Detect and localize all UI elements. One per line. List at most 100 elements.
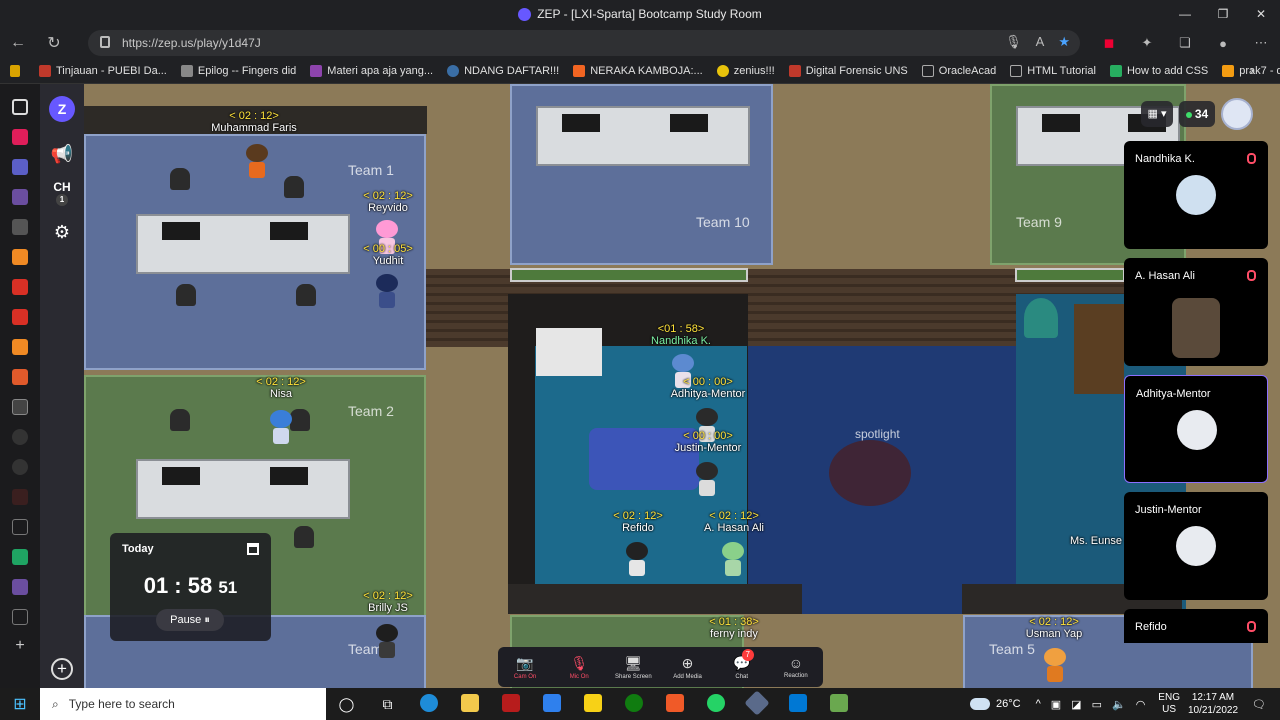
favorite-star-icon[interactable]: ★ xyxy=(1058,34,1070,50)
file-explorer-icon[interactable] xyxy=(449,693,490,715)
app-h-icon[interactable] xyxy=(12,579,28,595)
bookmark-item[interactable]: NDANG DAFTAR!!! xyxy=(447,64,559,77)
page-icon[interactable] xyxy=(12,519,28,535)
app-tool-icon[interactable] xyxy=(12,339,28,355)
share-screen-button[interactable]: 🖥 Share Screen xyxy=(609,655,657,680)
megaphone-icon[interactable]: 📢 xyxy=(51,144,73,165)
add-app-button[interactable]: + xyxy=(51,658,73,680)
player-avatar[interactable] xyxy=(696,462,718,496)
tray-app-icon[interactable]: ▣ xyxy=(1051,698,1061,711)
mail-icon[interactable] xyxy=(531,693,572,715)
bookmark-item[interactable]: How to add CSS xyxy=(1109,64,1208,77)
app-icon[interactable] xyxy=(736,689,777,716)
video-card[interactable]: A. Hasan Ali xyxy=(1124,258,1268,366)
bookmark-item[interactable]: NERAKA KAMBOJA:... xyxy=(573,64,703,77)
xbox-icon[interactable] xyxy=(613,693,654,715)
extensions-puzzle-icon[interactable]: ✦ xyxy=(1128,35,1166,51)
player-avatar[interactable] xyxy=(376,624,398,658)
task-view-icon[interactable]: ⧉ xyxy=(367,696,408,713)
bookmark-item[interactable]: Epilog -- Fingers did xyxy=(180,64,296,77)
github-icon[interactable] xyxy=(12,429,28,445)
minimize-button[interactable]: — xyxy=(1166,0,1204,28)
my-avatar[interactable] xyxy=(1221,98,1253,130)
app-tool-icon[interactable] xyxy=(12,249,28,265)
gmail-icon[interactable] xyxy=(12,279,28,295)
bookmarks-apps-icon[interactable] xyxy=(10,64,25,77)
page-icon[interactable] xyxy=(12,609,28,625)
bookmark-item[interactable]: Digital Forensic UNS xyxy=(788,64,908,77)
app-red-icon[interactable] xyxy=(12,489,28,505)
player-avatar[interactable] xyxy=(270,410,292,444)
pause-button[interactable]: Pause ⏸ xyxy=(156,609,224,631)
channel-button[interactable]: CH 1 xyxy=(53,181,71,206)
calendar-icon[interactable] xyxy=(247,543,259,555)
cortana-icon[interactable]: ◯ xyxy=(326,696,367,713)
collections-icon[interactable]: ❏ xyxy=(1166,35,1204,51)
maximize-button[interactable]: ❐ xyxy=(1204,0,1242,28)
wifi-icon[interactable]: ◠ xyxy=(1136,698,1146,711)
app-icon[interactable] xyxy=(490,693,531,715)
player-avatar[interactable] xyxy=(376,274,398,308)
extension-icon[interactable]: ◼ xyxy=(1090,35,1128,51)
app-dots-icon[interactable] xyxy=(12,219,28,235)
player-avatar[interactable] xyxy=(1044,648,1066,682)
read-aloud-icon[interactable]: A xyxy=(1036,34,1045,50)
bookmark-item[interactable]: zenius!!! xyxy=(716,64,775,77)
app-h-icon[interactable] xyxy=(12,189,28,205)
vscode-icon[interactable] xyxy=(777,693,818,715)
sticky-notes-icon[interactable] xyxy=(572,693,613,715)
notification-icon[interactable]: 🗨 xyxy=(1252,698,1266,711)
more-menu-icon[interactable]: ⋯ xyxy=(1242,35,1280,51)
video-card[interactable]: Justin-Mentor xyxy=(1124,492,1268,600)
clock[interactable]: 12:17 AM 10/21/2022 xyxy=(1188,691,1238,717)
bookmark-item[interactable]: Materi apa aja yang... xyxy=(310,64,433,77)
back-button[interactable]: ← xyxy=(0,34,36,52)
taskbar-search[interactable]: ⌕ Type here to search xyxy=(40,688,326,720)
video-card[interactable]: Refido xyxy=(1124,609,1268,643)
volume-icon[interactable]: 🔈 xyxy=(1112,698,1126,711)
address-bar[interactable]: https://zep.us/play/y1d47J 🎙 A ★ xyxy=(88,30,1080,56)
participant-count[interactable]: 34 xyxy=(1179,101,1215,127)
github-icon[interactable] xyxy=(12,459,28,475)
slack-icon[interactable] xyxy=(12,129,28,145)
player-avatar[interactable] xyxy=(626,542,648,576)
refresh-button[interactable]: ↻ xyxy=(36,33,72,53)
tasks-icon[interactable] xyxy=(12,159,28,175)
add-media-button[interactable]: ⊕ Add Media xyxy=(664,655,712,680)
speaker-icon[interactable] xyxy=(12,399,28,415)
sidebar-add-icon[interactable]: + xyxy=(12,638,28,655)
whatsapp-icon[interactable] xyxy=(695,693,736,715)
sidebar-tab-icon[interactable] xyxy=(12,99,28,115)
weather-widget[interactable]: 26°C xyxy=(970,698,1021,710)
close-button[interactable]: ✕ xyxy=(1242,0,1280,28)
edge-icon[interactable] xyxy=(408,693,449,715)
video-card[interactable]: Nandhika K. xyxy=(1124,141,1268,249)
mic-search-icon[interactable]: 🎙 xyxy=(1005,34,1022,50)
input-language[interactable]: ENG US xyxy=(1158,692,1180,716)
reaction-button[interactable]: ☺ Reaction xyxy=(772,655,820,679)
bookmark-item[interactable]: OracleAcad xyxy=(921,64,996,77)
gmail-icon[interactable] xyxy=(12,309,28,325)
player-avatar[interactable] xyxy=(246,144,268,178)
bookmark-item[interactable]: Tinjauan - PUEBI Da... xyxy=(39,64,167,77)
chat-button[interactable]: 7 💬 Chat xyxy=(718,648,766,680)
bookmark-item[interactable]: HTML Tutorial xyxy=(1010,64,1096,77)
zep-logo-icon[interactable]: Z xyxy=(49,96,75,122)
battery-icon[interactable]: ▭ xyxy=(1092,698,1102,711)
tray-chevron-icon[interactable]: ^ xyxy=(1036,698,1041,710)
cam-toggle-button[interactable]: 📷 Cam On xyxy=(501,655,549,680)
settings-gear-icon[interactable]: ⚙ xyxy=(54,222,70,243)
room-label-team-10: Team 10 xyxy=(696,214,750,230)
profile-avatar-icon[interactable]: ● xyxy=(1204,36,1242,51)
app-icon[interactable] xyxy=(654,693,695,715)
tray-app-icon[interactable]: ◪ xyxy=(1071,698,1081,711)
bookmarks-overflow-chevron-icon[interactable]: › xyxy=(1250,65,1254,77)
mic-toggle-button[interactable]: 🎙 Mic On xyxy=(555,655,603,680)
app-icon[interactable] xyxy=(818,693,859,715)
video-card[interactable]: Adhitya-Mentor xyxy=(1124,375,1268,483)
player-avatar[interactable] xyxy=(722,542,744,576)
layout-grid-button[interactable]: ▦ ▾ xyxy=(1141,101,1173,127)
app-tent-icon[interactable] xyxy=(12,369,28,385)
google-drive-icon[interactable] xyxy=(12,549,28,565)
windows-start-icon[interactable]: ⊞ xyxy=(0,694,40,714)
